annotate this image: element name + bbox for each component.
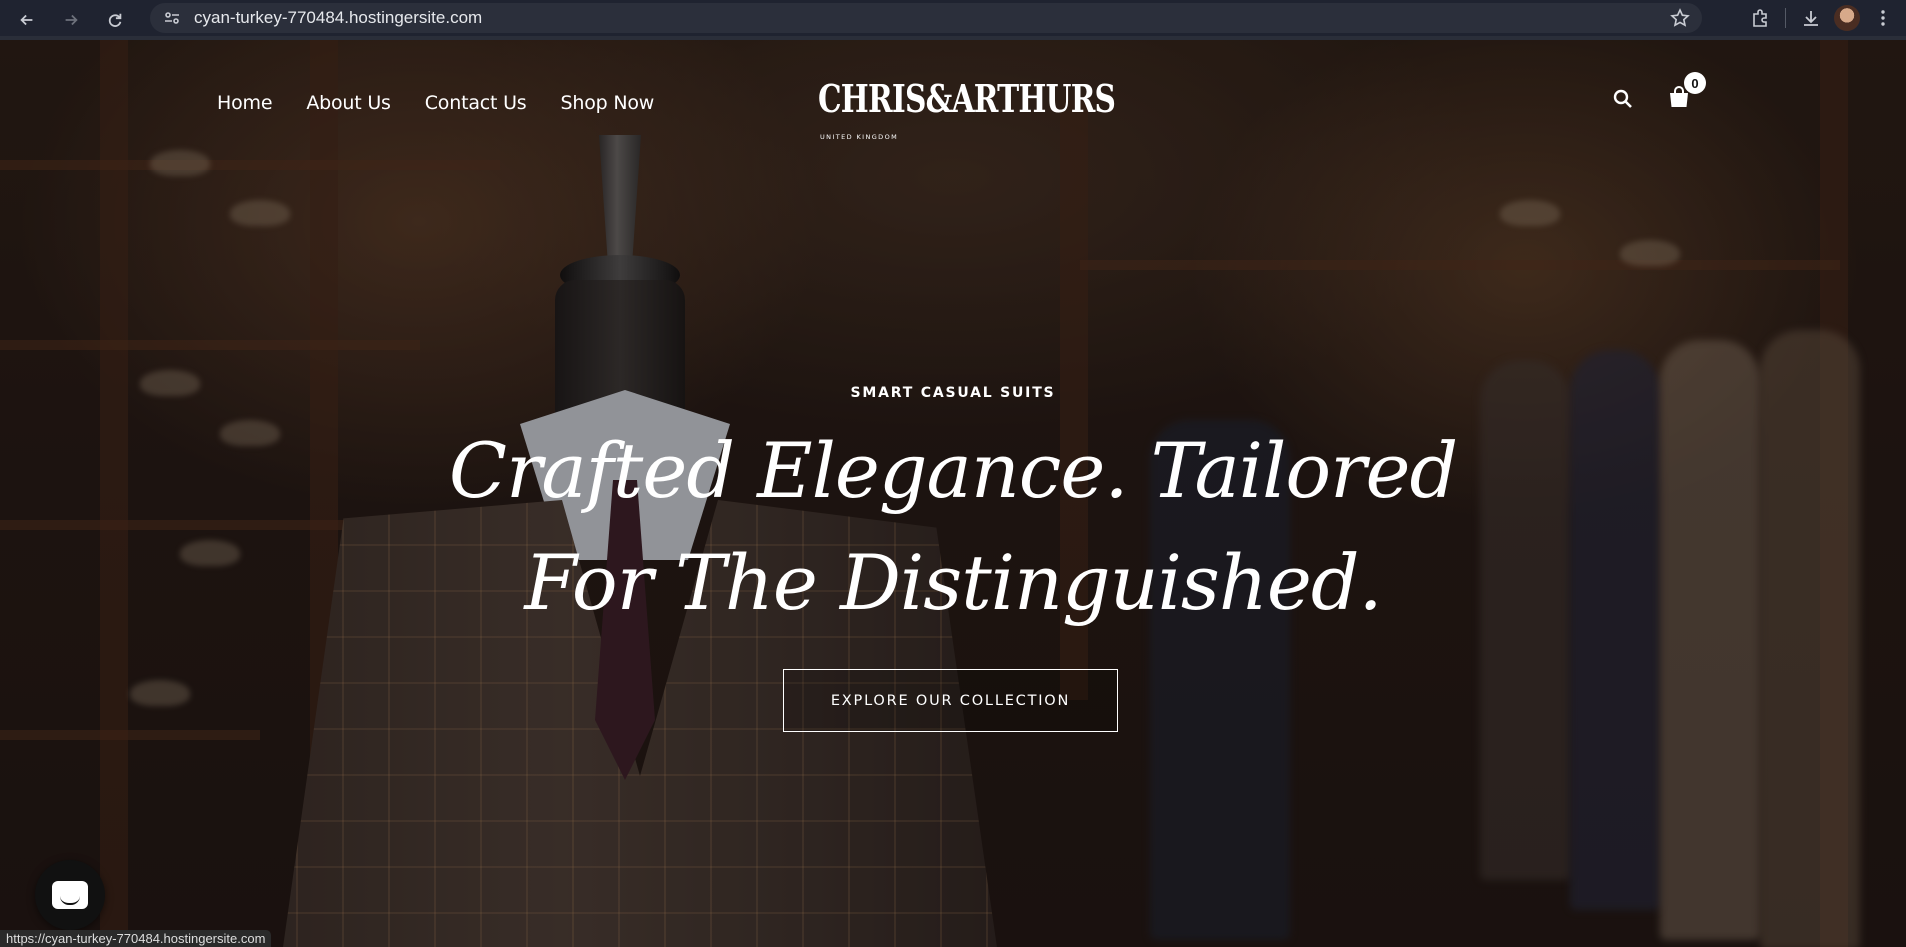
nav-contact-us[interactable]: Contact Us	[425, 92, 527, 114]
link-status-bar: https://cyan-turkey-770484.hostingersite…	[0, 930, 272, 947]
hero-headline-line-2: For The Distinguished.	[524, 538, 1382, 627]
nav-home[interactable]: Home	[217, 92, 273, 114]
hero-section: Home About Us Contact Us Shop Now CHRIS&…	[0, 40, 1906, 947]
star-icon[interactable]	[1670, 8, 1690, 28]
header-actions: 0	[1610, 72, 1706, 112]
toolbar-divider	[1785, 8, 1786, 28]
site-info-icon[interactable]	[156, 3, 188, 33]
chat-icon	[52, 881, 88, 909]
logo-brand: CHRIS&ARTHURS	[818, 76, 1116, 121]
hero-headline-line-1: Crafted Elegance. Tailored	[448, 426, 1458, 515]
url-text[interactable]: cyan-turkey-770484.hostingersite.com	[194, 8, 482, 28]
search-icon[interactable]	[1610, 86, 1636, 112]
chat-widget-button[interactable]	[35, 860, 105, 930]
hero-headline: Crafted Elegance. Tailored For The Disti…	[0, 415, 1906, 639]
browser-toolbar: cyan-turkey-770484.hostingersite.com	[0, 0, 1906, 40]
hero-eyebrow: SMART CASUAL SUITS	[850, 385, 1056, 401]
kebab-menu-icon[interactable]	[1872, 7, 1894, 29]
explore-collection-button[interactable]: EXPLORE OUR COLLECTION	[783, 669, 1118, 732]
cart-count-badge: 0	[1684, 72, 1706, 94]
site-logo[interactable]: CHRIS&ARTHURS UNITED KINGDOM	[818, 76, 1116, 141]
nav-about-us[interactable]: About Us	[306, 92, 391, 114]
browser-actions	[1737, 0, 1906, 36]
profile-avatar[interactable]	[1834, 5, 1860, 31]
reload-icon[interactable]	[100, 5, 130, 35]
address-bar[interactable]: cyan-turkey-770484.hostingersite.com	[150, 3, 1702, 33]
puzzle-icon[interactable]	[1749, 7, 1771, 29]
main-navigation: Home About Us Contact Us Shop Now	[217, 92, 654, 114]
back-arrow-icon[interactable]	[12, 5, 42, 35]
download-icon[interactable]	[1800, 7, 1822, 29]
nav-shop-now[interactable]: Shop Now	[561, 92, 655, 114]
forward-arrow-icon[interactable]	[56, 5, 86, 35]
cart-button[interactable]: 0	[1666, 72, 1706, 112]
logo-subtitle: UNITED KINGDOM	[820, 133, 899, 141]
